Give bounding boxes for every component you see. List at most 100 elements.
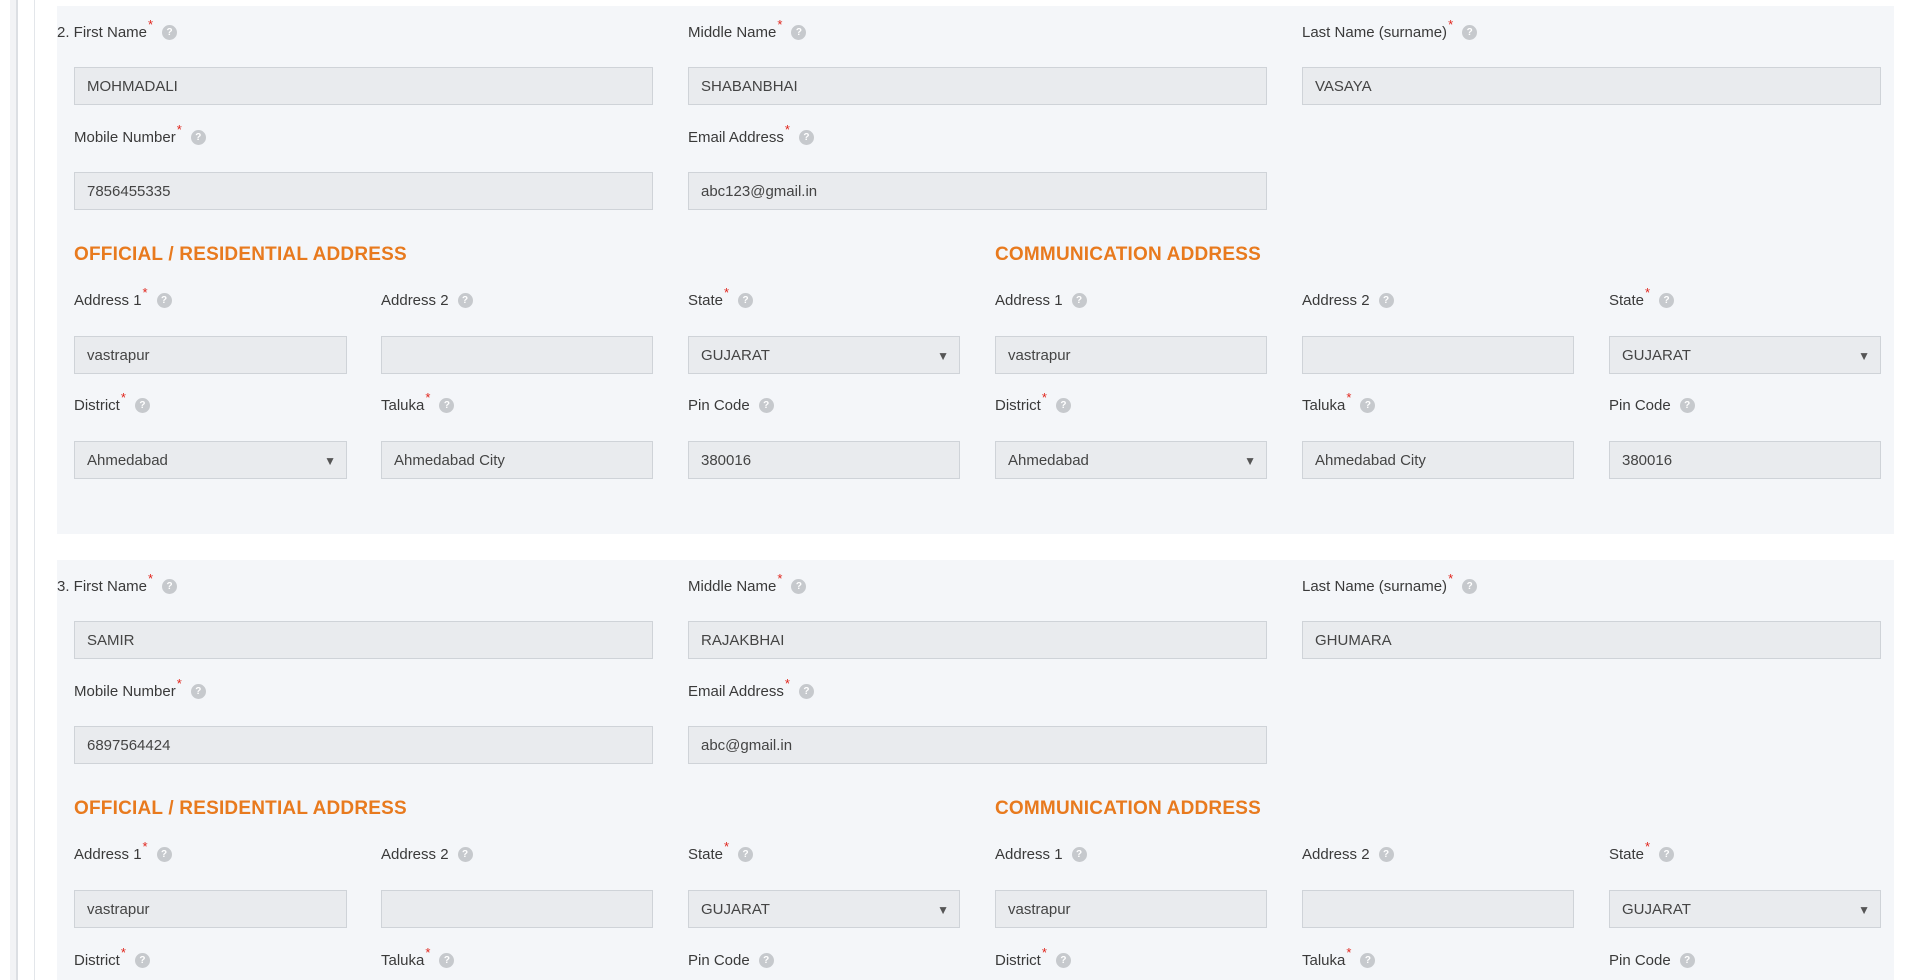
official-taluka-input[interactable]: Ahmedabad City <box>381 441 653 479</box>
help-icon[interactable]: ? <box>134 397 150 413</box>
communication-district-label: District *? <box>995 390 1071 415</box>
last-name-label: Last Name (surname) *? <box>1302 571 1478 596</box>
help-icon[interactable]: ? <box>738 292 754 308</box>
communication-taluka-input[interactable]: Ahmedabad City <box>1302 441 1574 479</box>
help-icon[interactable]: ? <box>1055 952 1071 968</box>
last-name-label: Last Name (surname) *? <box>1302 17 1478 42</box>
communication-pin-code-label: Pin Code? <box>1609 395 1695 415</box>
official-state-select[interactable]: GUJARAT ▼ <box>688 890 960 928</box>
communication-state-value: GUJARAT <box>1622 346 1691 364</box>
communication-pin-code-input[interactable]: 380016 <box>1609 441 1881 479</box>
help-icon[interactable]: ? <box>758 952 774 968</box>
communication-district-select[interactable]: Ahmedabad ▼ <box>995 441 1267 479</box>
communication-address1-input[interactable]: vastrapur <box>995 890 1267 928</box>
communication-address1-input[interactable]: vastrapur <box>995 336 1267 374</box>
last-name-input[interactable]: VASAYA <box>1302 67 1881 105</box>
mobile-number-label: Mobile Number *? <box>74 676 206 701</box>
help-icon[interactable]: ? <box>798 683 814 699</box>
mobile-number-input[interactable]: 6897564424 <box>74 726 653 764</box>
official-address1-label: Address 1 *? <box>74 839 172 864</box>
official-state-label: State *? <box>688 839 754 864</box>
communication-address1-label: Address 1? <box>995 290 1087 310</box>
official-district-select[interactable]: Ahmedabad ▼ <box>74 441 347 479</box>
official-address2-label: Address 2? <box>381 290 473 310</box>
help-icon[interactable]: ? <box>457 292 473 308</box>
communication-address-heading: COMMUNICATION ADDRESS <box>995 244 1261 265</box>
help-icon[interactable]: ? <box>791 24 807 40</box>
help-icon[interactable]: ? <box>190 683 206 699</box>
official-address2-label: Address 2? <box>381 844 473 864</box>
official-address-heading: OFFICIAL / RESIDENTIAL ADDRESS <box>74 244 407 265</box>
caret-down-icon: ▼ <box>1858 349 1870 363</box>
communication-taluka-label: Taluka *? <box>1302 945 1376 970</box>
communication-state-select[interactable]: GUJARAT ▼ <box>1609 890 1881 928</box>
communication-address1-label: Address 1? <box>995 844 1087 864</box>
email-address-input[interactable]: abc@gmail.in <box>688 726 1267 764</box>
official-address1-input[interactable]: vastrapur <box>74 336 347 374</box>
help-icon[interactable]: ? <box>134 952 150 968</box>
help-icon[interactable]: ? <box>1679 397 1695 413</box>
help-icon[interactable]: ? <box>1462 24 1478 40</box>
caret-down-icon: ▼ <box>937 903 949 917</box>
official-pin-code-label: Pin Code? <box>688 395 774 415</box>
mobile-number-input[interactable]: 7856455335 <box>74 172 653 210</box>
help-icon[interactable]: ? <box>156 292 172 308</box>
official-state-value: GUJARAT <box>701 346 770 364</box>
email-address-label: Email Address *? <box>688 676 814 701</box>
first-name-label: 2. First Name *? <box>57 17 178 42</box>
help-icon[interactable]: ? <box>1679 952 1695 968</box>
caret-down-icon: ▼ <box>1244 454 1256 468</box>
help-icon[interactable]: ? <box>439 952 455 968</box>
official-address2-input[interactable] <box>381 890 653 928</box>
middle-name-input[interactable]: SHABANBHAI <box>688 67 1267 105</box>
help-icon[interactable]: ? <box>791 578 807 594</box>
help-icon[interactable]: ? <box>1071 846 1087 862</box>
help-icon[interactable]: ? <box>1360 952 1376 968</box>
official-address1-input[interactable]: vastrapur <box>74 890 347 928</box>
official-district-label: District *? <box>74 945 150 970</box>
middle-name-input[interactable]: RAJAKBHAI <box>688 621 1267 659</box>
communication-state-label: State *? <box>1609 285 1675 310</box>
help-icon[interactable]: ? <box>1659 846 1675 862</box>
help-icon[interactable]: ? <box>738 846 754 862</box>
official-state-label: State *? <box>688 285 754 310</box>
first-name-input[interactable]: SAMIR <box>74 621 653 659</box>
help-icon[interactable]: ? <box>1659 292 1675 308</box>
help-icon[interactable]: ? <box>1071 292 1087 308</box>
communication-taluka-label: Taluka *? <box>1302 390 1376 415</box>
communication-address2-input[interactable] <box>1302 890 1574 928</box>
help-icon[interactable]: ? <box>162 578 178 594</box>
email-address-input[interactable]: abc123@gmail.in <box>688 172 1267 210</box>
right-margin <box>1894 0 1922 980</box>
help-icon[interactable]: ? <box>1360 397 1376 413</box>
communication-address2-label: Address 2? <box>1302 290 1394 310</box>
first-name-input[interactable]: MOHMADALI <box>74 67 653 105</box>
middle-name-label: Middle Name *? <box>688 571 807 596</box>
help-icon[interactable]: ? <box>1055 397 1071 413</box>
official-address1-label: Address 1 *? <box>74 285 172 310</box>
communication-pin-code-label: Pin Code? <box>1609 950 1695 970</box>
communication-state-select[interactable]: GUJARAT ▼ <box>1609 336 1881 374</box>
help-icon[interactable]: ? <box>439 397 455 413</box>
help-icon[interactable]: ? <box>758 397 774 413</box>
official-address2-input[interactable] <box>381 336 653 374</box>
help-icon[interactable]: ? <box>156 846 172 862</box>
communication-district-value: Ahmedabad <box>1008 451 1089 469</box>
official-pin-code-input[interactable]: 380016 <box>688 441 960 479</box>
communication-address2-label: Address 2? <box>1302 844 1394 864</box>
caret-down-icon: ▼ <box>1858 903 1870 917</box>
communication-state-label: State *? <box>1609 839 1675 864</box>
communication-address2-input[interactable] <box>1302 336 1574 374</box>
official-state-select[interactable]: GUJARAT ▼ <box>688 336 960 374</box>
help-icon[interactable]: ? <box>457 846 473 862</box>
left-border <box>0 0 18 980</box>
last-name-input[interactable]: GHUMARA <box>1302 621 1881 659</box>
help-icon[interactable]: ? <box>162 24 178 40</box>
help-icon[interactable]: ? <box>1378 292 1394 308</box>
help-icon[interactable]: ? <box>1378 846 1394 862</box>
communication-address-heading: COMMUNICATION ADDRESS <box>995 798 1261 819</box>
help-icon[interactable]: ? <box>798 129 814 145</box>
help-icon[interactable]: ? <box>1462 578 1478 594</box>
official-taluka-label: Taluka *? <box>381 945 455 970</box>
help-icon[interactable]: ? <box>190 129 206 145</box>
